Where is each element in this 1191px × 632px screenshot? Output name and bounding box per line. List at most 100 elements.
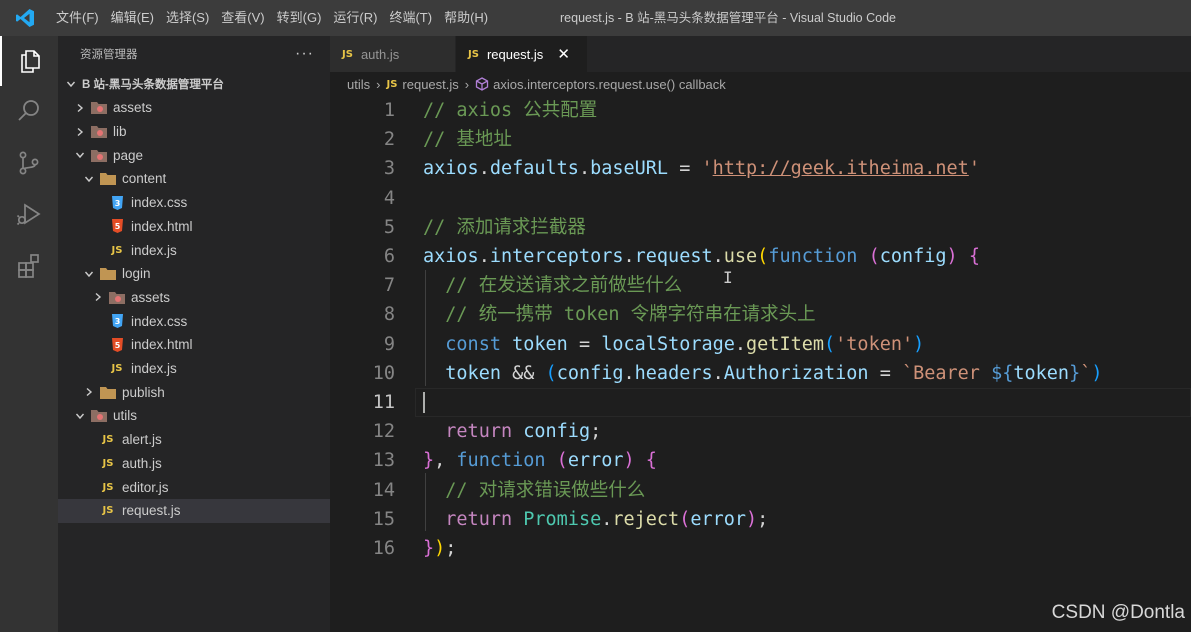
search-icon[interactable]	[0, 86, 58, 136]
code-token: Authorization	[723, 362, 869, 384]
title-bar: 文件(F) 编辑(E) 选择(S) 查看(V) 转到(G) 运行(R) 终端(T) 帮助(H)…	[0, 0, 1191, 36]
js-file-icon: JS	[342, 48, 353, 60]
code-line[interactable]: 16});	[330, 534, 1191, 563]
menu-item[interactable]: 选择(S)	[160, 0, 215, 36]
tree-item-index-html[interactable]: 5 index.html	[58, 215, 330, 239]
tab-label: request.js	[486, 46, 544, 62]
menu-item[interactable]: 帮助(H)	[438, 0, 494, 36]
tree-item-index-css[interactable]: 3 index.css	[58, 309, 330, 333]
code-token: reject	[612, 508, 680, 530]
tree-item-editor-js[interactable]: JS editor.js	[58, 475, 330, 499]
tree-item-publish[interactable]: publish	[58, 380, 330, 404]
tree-item-index-js[interactable]: JS index.js	[58, 238, 330, 262]
code-token: .	[623, 246, 635, 267]
code-line[interactable]: 11	[330, 388, 1191, 417]
code-token: ,	[434, 450, 457, 472]
tree-item-index-html[interactable]: 5 index.html	[58, 333, 330, 357]
code-token: // 对请求错误做些什么	[445, 479, 646, 501]
tree-item-lib[interactable]: lib	[58, 120, 330, 144]
code-editor[interactable]: 1// axios 公共配置 2 // 基地址 3 axios.defaults.bas…	[330, 96, 1191, 632]
extensions-icon[interactable]	[0, 241, 58, 291]
vscode-logo-icon	[0, 0, 50, 36]
code-line[interactable]: 9 const token = localStorage.getItem('to…	[330, 330, 1191, 359]
menu-item[interactable]: 文件(F)	[50, 0, 105, 36]
code-line[interactable]: 13}, function (error) {	[330, 446, 1191, 475]
current-line-highlight	[415, 388, 1191, 417]
code-token: function	[456, 450, 546, 472]
chevron-down-icon	[82, 267, 96, 281]
explorer-icon[interactable]	[0, 36, 58, 86]
source-control-icon[interactable]	[0, 138, 58, 188]
menu-item[interactable]: 编辑(E)	[105, 0, 160, 36]
code-token: return	[445, 508, 513, 530]
code-token: &&	[500, 362, 546, 384]
breadcrumb-folder[interactable]: utils	[347, 77, 370, 92]
code-token: =	[567, 333, 602, 355]
folder-icon	[100, 384, 116, 400]
css-file-icon: 3	[109, 313, 125, 329]
close-icon[interactable]: ✕	[557, 45, 570, 63]
code-line[interactable]: 12 return config;	[330, 417, 1191, 446]
code-line[interactable]: 14 // 对请求错误做些什么	[330, 476, 1191, 505]
tab-auth-js[interactable]: JS auth.js	[330, 36, 456, 72]
code-content: // axios 公共配置	[423, 96, 597, 125]
code-line[interactable]: 2 // 基地址	[330, 125, 1191, 154]
code-line[interactable]: 6 axios.interceptors.request.use(function…	[330, 242, 1191, 271]
tree-item-utils[interactable]: utils	[58, 404, 330, 428]
code-token: `Bearer	[901, 362, 992, 384]
code-line[interactable]: 3 axios.defaults.baseURL = 'http://geek.i…	[330, 154, 1191, 183]
tree-item-assets[interactable]: assets	[58, 96, 330, 120]
css-file-icon: 3	[109, 195, 125, 211]
code-line[interactable]: 8 // 统一携带 token 令牌字符串在请求头上	[330, 300, 1191, 329]
workspace-root[interactable]: B 站-黑马头条数据管理平台	[58, 72, 330, 96]
tree-item-alert-js[interactable]: JS alert.js	[58, 428, 330, 452]
tree-item-index-css[interactable]: 3 index.css	[58, 191, 330, 215]
tree-item-page[interactable]: page	[58, 143, 330, 167]
code-line[interactable]: 15 return Promise.reject(error);	[330, 505, 1191, 534]
js-file-icon: JS	[111, 363, 123, 375]
tab-request-js[interactable]: JS request.js ✕	[456, 36, 588, 72]
code-line[interactable]: 1 // axios 公共配置	[330, 96, 1191, 125]
line-number: 15	[372, 508, 395, 530]
code-line[interactable]: 7 // 在发送请求之前做些什么	[330, 271, 1191, 300]
code-content: // 在发送请求之前做些什么	[423, 271, 682, 300]
tree-item-login[interactable]: login	[58, 262, 330, 286]
code-content: axios.defaults.baseURL = 'http://geek.it…	[423, 154, 980, 183]
run-debug-icon[interactable]	[0, 189, 58, 239]
code-token: (	[679, 508, 691, 530]
menu-item[interactable]: 查看(V)	[215, 0, 270, 36]
more-actions-button[interactable]: ···	[295, 45, 314, 63]
folder-special-icon	[91, 408, 107, 424]
code-token: .	[478, 158, 490, 180]
code-token: error	[690, 508, 747, 530]
tree-item-index-js[interactable]: JS index.js	[58, 357, 330, 381]
code-token: axios	[423, 246, 479, 267]
code-token: headers	[634, 362, 713, 384]
tree-item-label: utils	[113, 408, 138, 424]
code-token: }	[423, 450, 435, 472]
breadcrumb-symbol[interactable]: axios.interceptors.request.use() callbac…	[493, 77, 726, 92]
tree-item-assets[interactable]: assets	[58, 286, 330, 310]
tree-item-request-js[interactable]: JS request.js	[58, 498, 330, 523]
tree-item-content[interactable]: content	[58, 167, 330, 191]
chevron-down-icon	[73, 148, 87, 162]
code-token: =	[868, 362, 902, 384]
tree-item-label: login	[122, 266, 151, 282]
code-line[interactable]: 10 token && (config.headers.Authorizatio…	[330, 359, 1191, 388]
code-line[interactable]: 5 // 添加请求拦截器	[330, 213, 1191, 242]
menu-item[interactable]: 转到(G)	[271, 0, 328, 36]
line-number: 2	[383, 129, 395, 151]
code-content: const token = localStorage.getItem('toke…	[423, 330, 924, 359]
chevron-down-icon	[64, 77, 78, 91]
tree-item-auth-js[interactable]: JS auth.js	[58, 452, 330, 476]
menu-item[interactable]: 终端(T)	[383, 0, 438, 36]
line-number: 13	[372, 450, 395, 472]
folder-special-icon	[91, 147, 107, 163]
code-line[interactable]: 4	[330, 184, 1191, 213]
menu-item[interactable]: 运行(R)	[327, 0, 383, 36]
code-token: '	[701, 158, 713, 180]
breadcrumb-file[interactable]: request.js	[402, 77, 458, 92]
code-content: // 基地址	[423, 125, 512, 154]
